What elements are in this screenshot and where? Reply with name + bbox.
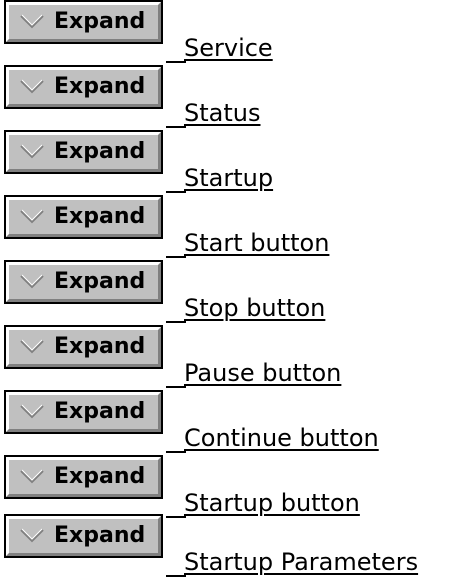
topic-link-startup[interactable]: Startup bbox=[184, 166, 273, 190]
topic-row: Expand Start button bbox=[0, 195, 457, 262]
chevron-down-icon bbox=[19, 528, 45, 544]
link-underline bbox=[166, 386, 186, 388]
topic-link-continue-button[interactable]: Continue button bbox=[184, 426, 379, 450]
expand-button[interactable]: Expand bbox=[4, 455, 163, 499]
link-underline bbox=[166, 256, 186, 258]
link-underline bbox=[166, 126, 186, 128]
topic-link-startup-parameters[interactable]: Startup Parameters bbox=[184, 550, 418, 574]
chevron-down-icon bbox=[19, 144, 45, 160]
expand-button[interactable]: Expand bbox=[4, 130, 163, 174]
expand-button[interactable]: Expand bbox=[4, 65, 163, 109]
link-underline bbox=[166, 451, 186, 453]
link-underline bbox=[166, 191, 186, 193]
topic-row: Expand Stop button bbox=[0, 260, 457, 327]
expand-button-label: Expand bbox=[54, 139, 146, 164]
chevron-down-icon bbox=[19, 274, 45, 290]
expand-button[interactable]: Expand bbox=[4, 325, 163, 369]
expand-button[interactable]: Expand bbox=[4, 260, 163, 304]
topic-link-startup-button[interactable]: Startup button bbox=[184, 491, 360, 515]
topic-row: Expand Startup button bbox=[0, 455, 457, 522]
topic-link-service[interactable]: Service bbox=[184, 36, 273, 60]
chevron-down-icon bbox=[19, 404, 45, 420]
expand-button-label: Expand bbox=[54, 9, 146, 34]
expand-button-label: Expand bbox=[54, 334, 146, 359]
topic-row: Expand Startup bbox=[0, 130, 457, 197]
chevron-down-icon bbox=[19, 14, 45, 30]
topic-row: Expand Startup Parameters bbox=[0, 514, 457, 581]
expand-button-label: Expand bbox=[54, 464, 146, 489]
topic-row: Expand Pause button bbox=[0, 325, 457, 392]
chevron-down-icon bbox=[19, 339, 45, 355]
expand-button[interactable]: Expand bbox=[4, 514, 163, 558]
expand-button-label: Expand bbox=[54, 74, 146, 99]
chevron-down-icon bbox=[19, 79, 45, 95]
expand-button-label: Expand bbox=[54, 269, 146, 294]
topic-row: Expand Continue button bbox=[0, 390, 457, 457]
expand-button-label: Expand bbox=[54, 523, 146, 548]
topic-link-start-button[interactable]: Start button bbox=[184, 231, 329, 255]
expand-button[interactable]: Expand bbox=[4, 195, 163, 239]
chevron-down-icon bbox=[19, 209, 45, 225]
topic-row: Expand Service bbox=[0, 0, 457, 67]
link-underline bbox=[166, 575, 186, 577]
link-underline bbox=[166, 321, 186, 323]
expand-button-label: Expand bbox=[54, 399, 146, 424]
help-topic-list: Expand Service Expand Status Expand Star… bbox=[0, 0, 457, 582]
link-underline bbox=[166, 61, 186, 63]
expand-button[interactable]: Expand bbox=[4, 390, 163, 434]
chevron-down-icon bbox=[19, 469, 45, 485]
topic-row: Expand Status bbox=[0, 65, 457, 132]
expand-button-label: Expand bbox=[54, 204, 146, 229]
expand-button[interactable]: Expand bbox=[4, 0, 163, 44]
topic-link-status[interactable]: Status bbox=[184, 101, 260, 125]
topic-link-pause-button[interactable]: Pause button bbox=[184, 361, 341, 385]
topic-link-stop-button[interactable]: Stop button bbox=[184, 296, 325, 320]
